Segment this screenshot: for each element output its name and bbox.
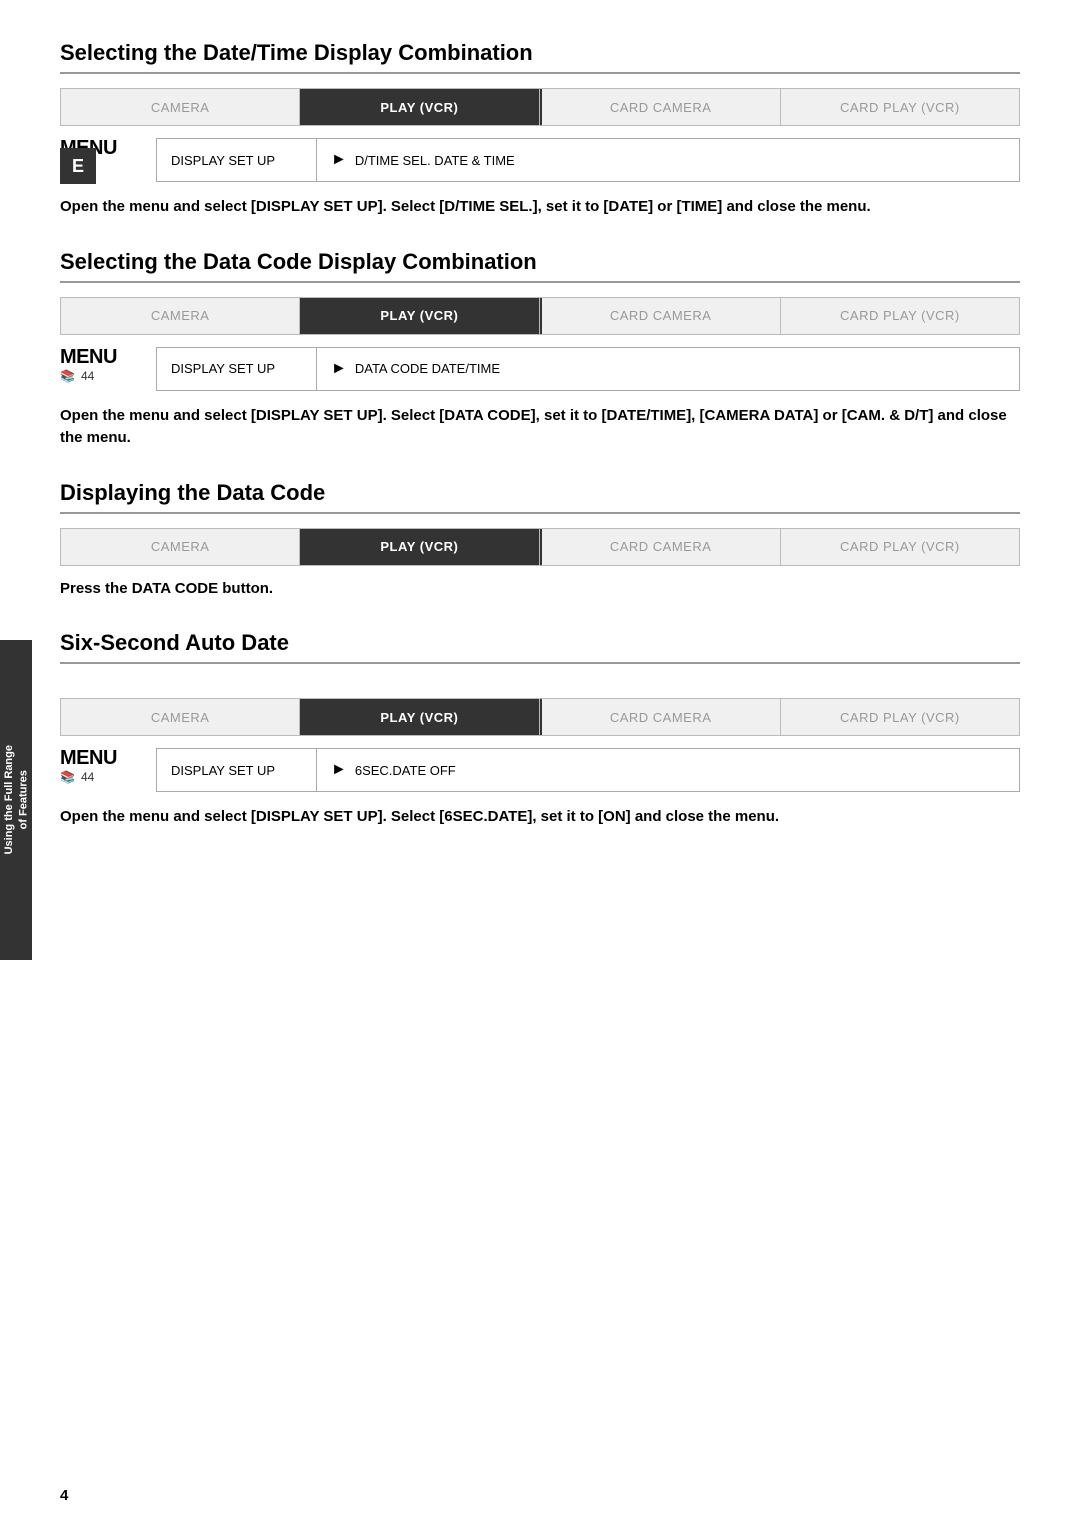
mode-bar-data-code: CAMERA PLAY (VCR) CARD CAMERA CARD PLAY … (60, 297, 1020, 335)
arrow-icon-1: ► (331, 151, 347, 169)
menu-word-4: MENU (60, 748, 140, 768)
arrow-icon-4: ► (331, 761, 347, 779)
mode-card-play-4: CARD PLAY (VCR) (781, 699, 1019, 735)
body-text-3: Press the DATA CODE button. (60, 578, 1020, 601)
mode-camera-3: CAMERA (61, 529, 300, 565)
section-title-six-second: Six-Second Auto Date (60, 630, 1020, 664)
section-title-date-time: Selecting the Date/Time Display Combinat… (60, 40, 1020, 74)
mode-card-play-1: CARD PLAY (VCR) (781, 89, 1019, 125)
menu-row-1: MENU 📚 44 DISPLAY SET UP ► D/TIME SEL. D… (60, 138, 1020, 182)
mode-card-camera-3: CARD CAMERA (542, 529, 781, 565)
menu-row-4: MENU 📚 44 DISPLAY SET UP ► 6SEC.DATE OFF (60, 748, 1020, 792)
section-six-second: Six-Second Auto Date CAMERA PLAY (VCR) C… (60, 630, 1020, 829)
menu-label-2: MENU 📚 44 (60, 347, 140, 383)
mode-card-play-3: CARD PLAY (VCR) (781, 529, 1019, 565)
spacer (60, 678, 1020, 698)
book-icon-4: 📚 (60, 770, 75, 784)
side-tab: Using the Full Rangeof Features (0, 640, 32, 960)
mode-play-vcr-3: PLAY (VCR) (300, 529, 539, 565)
mode-bar-date-time: CAMERA PLAY (VCR) CARD CAMERA CARD PLAY … (60, 88, 1020, 126)
menu-content-right-2: ► DATA CODE DATE/TIME (317, 360, 514, 378)
menu-word-2: MENU (60, 347, 140, 367)
mode-camera-1: CAMERA (61, 89, 300, 125)
menu-content-box-1: DISPLAY SET UP ► D/TIME SEL. DATE & TIME (156, 138, 1020, 182)
mode-card-camera-4: CARD CAMERA (542, 699, 781, 735)
e-marker: E (60, 148, 96, 184)
book-icon-2: 📚 (60, 369, 75, 383)
menu-label-4: MENU 📚 44 (60, 748, 140, 784)
menu-row-2: MENU 📚 44 DISPLAY SET UP ► DATA CODE DAT… (60, 347, 1020, 391)
menu-content-right-4: ► 6SEC.DATE OFF (317, 761, 470, 779)
mode-camera-2: CAMERA (61, 298, 300, 334)
section-title-displaying: Displaying the Data Code (60, 480, 1020, 514)
body-text-1: Open the menu and select [DISPLAY SET UP… (60, 196, 1020, 219)
menu-content-left-2: DISPLAY SET UP (157, 348, 317, 390)
menu-content-box-2: DISPLAY SET UP ► DATA CODE DATE/TIME (156, 347, 1020, 391)
body-text-4: Open the menu and select [DISPLAY SET UP… (60, 806, 1020, 829)
menu-content-left-1: DISPLAY SET UP (157, 139, 317, 181)
section-date-time: Selecting the Date/Time Display Combinat… (60, 40, 1020, 219)
side-tab-text: Using the Full Rangeof Features (2, 745, 31, 854)
mode-play-vcr-2: PLAY (VCR) (300, 298, 539, 334)
mode-camera-4: CAMERA (61, 699, 300, 735)
mode-bar-displaying: CAMERA PLAY (VCR) CARD CAMERA CARD PLAY … (60, 528, 1020, 566)
menu-content-right-1: ► D/TIME SEL. DATE & TIME (317, 151, 529, 169)
body-text-2: Open the menu and select [DISPLAY SET UP… (60, 405, 1020, 450)
arrow-icon-2: ► (331, 360, 347, 378)
mode-play-vcr-1: PLAY (VCR) (300, 89, 539, 125)
section-displaying: Displaying the Data Code CAMERA PLAY (VC… (60, 480, 1020, 601)
mode-bar-six-second: CAMERA PLAY (VCR) CARD CAMERA CARD PLAY … (60, 698, 1020, 736)
menu-page-2: 📚 44 (60, 369, 140, 383)
mode-card-camera-2: CARD CAMERA (542, 298, 781, 334)
mode-play-vcr-4: PLAY (VCR) (300, 699, 539, 735)
mode-card-play-2: CARD PLAY (VCR) (781, 298, 1019, 334)
section-data-code-select: Selecting the Data Code Display Combinat… (60, 249, 1020, 450)
mode-card-camera-1: CARD CAMERA (542, 89, 781, 125)
section-title-data-code: Selecting the Data Code Display Combinat… (60, 249, 1020, 283)
page-number: 4 (60, 1487, 68, 1504)
menu-content-left-4: DISPLAY SET UP (157, 749, 317, 791)
menu-page-4: 📚 44 (60, 770, 140, 784)
menu-content-box-4: DISPLAY SET UP ► 6SEC.DATE OFF (156, 748, 1020, 792)
